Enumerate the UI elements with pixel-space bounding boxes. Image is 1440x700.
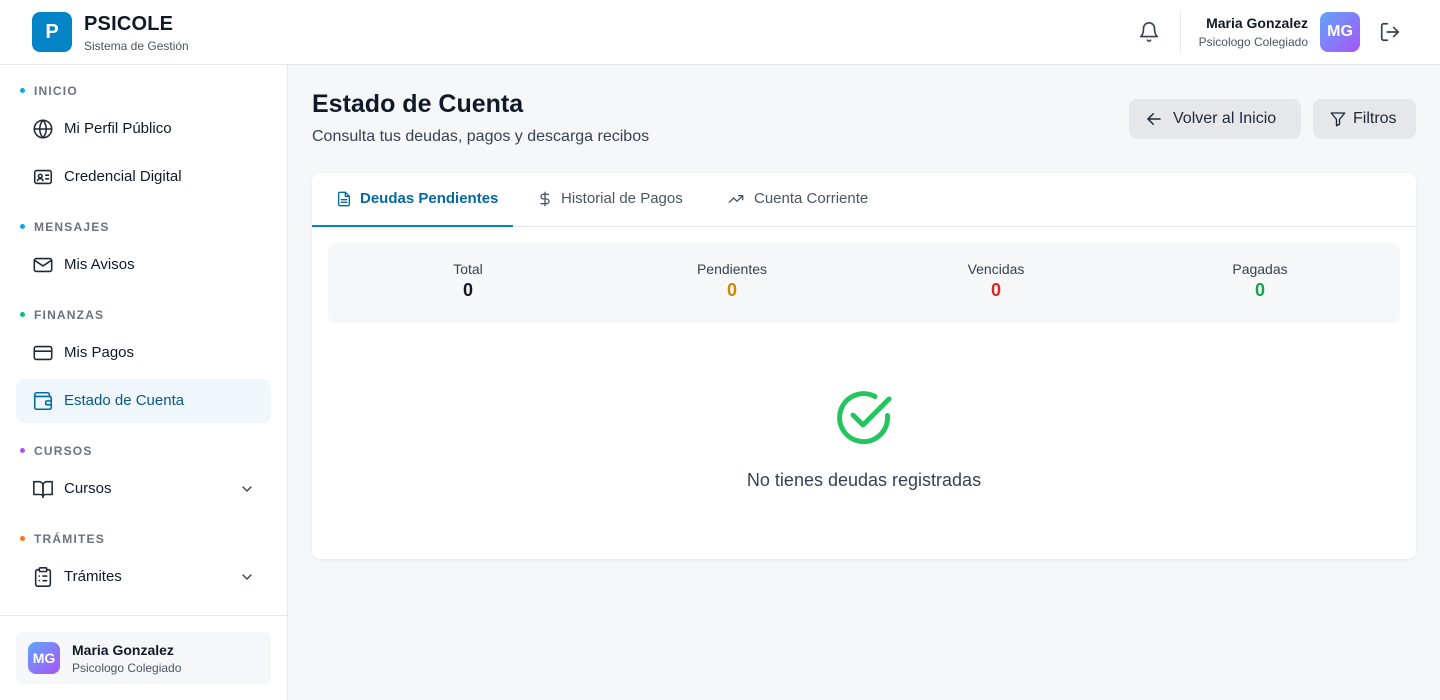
chevron-down-icon[interactable] xyxy=(239,481,255,497)
filters-button[interactable]: Filtros xyxy=(1313,99,1416,139)
sidebar-item-cursos[interactable]: Cursos xyxy=(16,467,271,511)
section-label-finanzas: FINANZAS xyxy=(34,308,105,322)
mail-icon xyxy=(33,257,53,273)
clipboard-list-icon xyxy=(34,567,52,587)
back-to-home-button[interactable]: Volver al Inicio xyxy=(1129,99,1301,139)
header-avatar[interactable]: MG xyxy=(1320,12,1360,52)
filters-button-label: Filtros xyxy=(1353,110,1397,127)
sidebar-divider xyxy=(0,615,287,616)
stat-label: Pendientes xyxy=(696,261,768,277)
bell-icon[interactable] xyxy=(1138,21,1160,43)
tab-historial-pagos[interactable]: Historial de Pagos xyxy=(513,173,703,227)
section-label-cursos: CURSOS xyxy=(34,444,93,458)
header-user-role: Psicologo Colegiado xyxy=(1198,35,1308,49)
stat-value: 0 xyxy=(462,280,473,300)
tab-deudas-pendientes[interactable]: Deudas Pendientes xyxy=(312,173,513,227)
tab-cuenta-corriente[interactable]: Cuenta Corriente xyxy=(703,173,903,227)
sidebar-item-avisos[interactable]: Mis Avisos xyxy=(16,243,271,287)
section-dot xyxy=(20,88,25,93)
logout-icon[interactable] xyxy=(1379,21,1401,43)
sidebar-user-name: Maria Gonzalez xyxy=(72,642,174,658)
stat-value: 0 xyxy=(1254,280,1265,300)
sidebar-item-label: Estado de Cuenta xyxy=(64,392,185,409)
stat-label: Vencidas xyxy=(967,261,1025,277)
app-logo[interactable]: P xyxy=(32,12,72,52)
wallet-icon xyxy=(33,391,53,411)
tab-label: Cuenta Corriente xyxy=(754,190,869,207)
sidebar-item-label: Mis Avisos xyxy=(64,256,135,273)
sidebar-item-pagos[interactable]: Mis Pagos xyxy=(16,331,271,375)
filter-icon xyxy=(1330,112,1346,127)
avatar: MG xyxy=(28,642,60,674)
section-label-tramites: TRÁMITES xyxy=(34,532,105,546)
stat-label: Total xyxy=(453,261,483,277)
top-header: P PSICOLE Sistema de Gestión Maria Gonza… xyxy=(0,0,1440,65)
sidebar-item-label: Mis Pagos xyxy=(64,344,135,361)
tab-label: Deudas Pendientes xyxy=(360,190,499,207)
sidebar-item-perfil[interactable]: Mi Perfil Público xyxy=(16,107,271,151)
sidebar-user-card[interactable]: MG Maria Gonzalez Psicologo Colegiado xyxy=(16,632,271,684)
section-label-inicio: INICIO xyxy=(34,84,78,98)
section-dot xyxy=(20,312,25,317)
arrow-left-icon xyxy=(1147,113,1161,125)
section-label-mensajes: MENSAJES xyxy=(34,220,110,234)
file-text-icon xyxy=(338,191,350,207)
stat-pagadas: Pagadas 0 xyxy=(1160,261,1360,301)
tab-bar: Deudas Pendientes Historial de Pagos Cue… xyxy=(312,173,1416,227)
sidebar-item-credencial[interactable]: Credencial Digital xyxy=(16,155,271,199)
section-dot xyxy=(20,224,25,229)
brand-name: PSICOLE xyxy=(84,13,174,35)
sidebar-user-role: Psicologo Colegiado xyxy=(72,661,182,675)
chevron-down-icon[interactable] xyxy=(239,569,255,585)
page-title: Estado de Cuenta xyxy=(312,90,524,118)
stat-pendientes: Pendientes 0 xyxy=(632,261,832,301)
empty-state-message: No tienes deudas registradas xyxy=(746,470,982,490)
sidebar-item-tramites[interactable]: Trámites xyxy=(16,555,271,599)
dollar-sign-icon xyxy=(540,191,550,207)
book-open-icon xyxy=(33,480,53,499)
header-divider xyxy=(1180,12,1181,52)
tab-label: Historial de Pagos xyxy=(561,190,683,207)
account-status-card: Deudas Pendientes Historial de Pagos Cue… xyxy=(312,173,1416,559)
section-dot xyxy=(20,448,25,453)
sidebar-item-label: Trámites xyxy=(64,568,122,585)
sidebar-item-label: Mi Perfil Público xyxy=(64,120,172,137)
header-user-name: Maria Gonzalez xyxy=(1206,15,1308,31)
brand-subtitle: Sistema de Gestión xyxy=(84,39,189,53)
sidebar-item-label: Cursos xyxy=(64,480,112,497)
globe-icon xyxy=(33,119,53,139)
stat-value: 0 xyxy=(726,280,737,300)
summary-stats: Total 0 Pendientes 0 Vencidas 0 Pagadas … xyxy=(328,243,1400,323)
check-circle-icon xyxy=(837,391,892,445)
section-dot xyxy=(20,536,25,541)
credit-card-icon xyxy=(33,345,53,361)
id-card-icon xyxy=(33,169,53,185)
trending-up-icon xyxy=(728,195,744,203)
stat-value: 0 xyxy=(990,280,1001,300)
page-subtitle: Consulta tus deudas, pagos y descarga re… xyxy=(312,128,650,145)
stat-total: Total 0 xyxy=(368,261,568,301)
stat-label: Pagadas xyxy=(1232,261,1288,277)
stat-vencidas: Vencidas 0 xyxy=(896,261,1096,301)
back-button-label: Volver al Inicio xyxy=(1173,110,1277,127)
sidebar: INICIO Mi Perfil Público Credencial Digi… xyxy=(0,65,288,700)
sidebar-item-label: Credencial Digital xyxy=(64,168,182,185)
sidebar-item-estado-cuenta[interactable]: Estado de Cuenta xyxy=(16,379,271,423)
